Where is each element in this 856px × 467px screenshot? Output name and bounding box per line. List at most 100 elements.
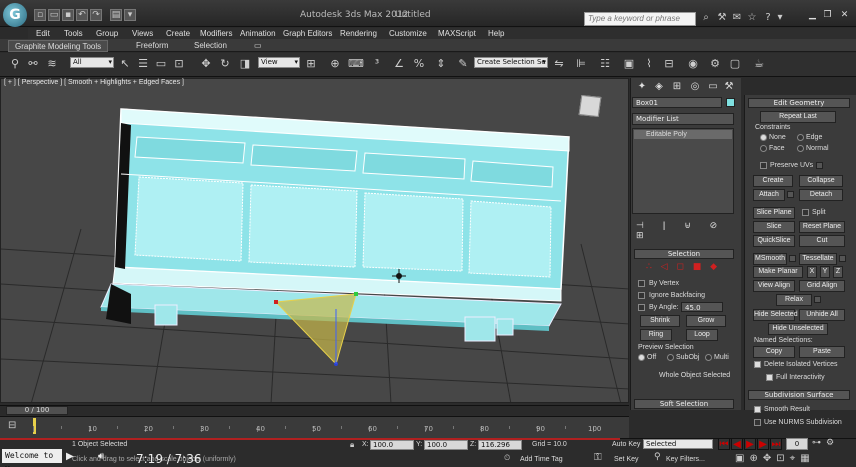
object-color-swatch[interactable] — [726, 98, 735, 107]
full-interactivity-checkbox[interactable] — [766, 374, 773, 381]
goto-start-icon[interactable]: ⏮ — [718, 438, 730, 450]
menu-help[interactable]: Help — [488, 28, 504, 39]
menu-modifiers[interactable]: Modifiers — [200, 28, 232, 39]
save-file-icon[interactable]: ▪ — [62, 9, 74, 21]
modifier-list-dropdown[interactable]: Modifier List — [632, 113, 734, 125]
auto-key-dropdown[interactable]: Selected — [643, 439, 713, 449]
create-button[interactable]: Create — [753, 175, 793, 187]
loop-button[interactable]: Loop — [686, 329, 718, 341]
search-input[interactable]: Type a keyword or phrase — [584, 12, 696, 26]
angle-snap-icon[interactable]: ∠ — [392, 57, 406, 71]
select-manipulate-icon[interactable]: ⊕ — [328, 57, 342, 71]
mirror-icon[interactable]: ⇋ — [552, 57, 566, 71]
help-icon[interactable]: ? — [762, 12, 774, 24]
subscription-icon[interactable]: ⚒ — [716, 12, 728, 24]
set-key-label[interactable]: Set Key — [614, 455, 639, 464]
relax-button[interactable]: Relax — [776, 294, 812, 306]
render-production-icon[interactable]: ☕ — [752, 57, 766, 71]
favorites-icon[interactable]: ☆ — [746, 12, 758, 24]
move-icon[interactable]: ✥ — [199, 57, 213, 71]
material-editor-icon[interactable]: ◉ — [686, 57, 700, 71]
quickslice-button[interactable]: QuickSlice — [753, 235, 795, 247]
select-by-name-icon[interactable]: ☰ — [136, 57, 150, 71]
key-filters-icon[interactable]: ⚲ — [654, 452, 664, 464]
select-object-icon[interactable]: ↖ — [118, 57, 132, 71]
motion-tab-icon[interactable]: ◎ — [688, 80, 702, 94]
by-angle-field[interactable]: 45.0 — [681, 302, 723, 312]
slice-button[interactable]: Slice — [753, 221, 795, 233]
reset-plane-button[interactable]: Reset Plane — [799, 221, 845, 233]
object-name-field[interactable]: Box01 — [632, 97, 722, 108]
volume-icon[interactable]: 🔊︎ — [98, 451, 114, 463]
quick-access-dropdown-icon[interactable]: ▾ — [124, 9, 136, 21]
viewport-label[interactable]: [ + ] [ Perspective ] [ Smooth + Highlig… — [4, 79, 184, 86]
split-checkbox[interactable] — [802, 209, 809, 216]
selection-rollout-header[interactable]: Selection — [634, 249, 734, 259]
selection-filter-dropdown[interactable]: All — [70, 57, 114, 68]
by-angle-checkbox[interactable] — [638, 304, 645, 311]
pivot-center-icon[interactable]: ⊞ — [304, 57, 318, 71]
grid-align-button[interactable]: Grid Align — [799, 280, 845, 292]
preview-multi-radio[interactable] — [705, 354, 712, 361]
hierarchy-tab-icon[interactable]: ⊞ — [670, 80, 684, 94]
rotate-icon[interactable]: ↻ — [218, 57, 232, 71]
cut-button[interactable]: Cut — [799, 235, 845, 247]
delete-isolated-checkbox[interactable] — [754, 361, 761, 368]
preview-subobj-radio[interactable] — [667, 354, 674, 361]
copy-button[interactable]: Copy — [753, 346, 795, 358]
edit-named-selection-icon[interactable]: ✎ — [456, 57, 470, 71]
undo-icon[interactable]: ↶ — [76, 9, 88, 21]
scale-icon[interactable]: ◨ — [238, 57, 252, 71]
detach-button[interactable]: Detach — [799, 189, 843, 201]
viewport-navigation-icons[interactable]: ▣⊕✥⊡⌖▦ — [735, 453, 845, 465]
auto-key-label[interactable]: Auto Key — [612, 440, 640, 449]
menu-views[interactable]: Views — [132, 28, 153, 39]
y-coordinate-field[interactable]: 100.0 — [424, 440, 468, 450]
new-file-icon[interactable]: ▫ — [34, 9, 46, 21]
ignore-backfacing-checkbox[interactable] — [638, 292, 645, 299]
create-tab-icon[interactable]: ✦ — [635, 80, 649, 94]
modify-tab-icon[interactable]: ◈ — [652, 80, 666, 94]
close-icon[interactable]: ✕ — [838, 10, 851, 20]
play-icon[interactable]: ▶ — [744, 438, 756, 450]
menu-tools[interactable]: Tools — [64, 28, 83, 39]
curve-editor-icon[interactable]: ⌇ — [642, 57, 656, 71]
hide-unselected-button[interactable]: Hide Unselected — [768, 323, 828, 335]
bind-space-warp-icon[interactable]: ≋ — [45, 57, 59, 71]
relax-settings-icon[interactable] — [814, 296, 821, 303]
preview-off-radio[interactable] — [638, 354, 645, 361]
hide-selected-button[interactable]: Hide Selected — [753, 309, 798, 321]
help-dropdown-icon[interactable]: ▾ — [774, 12, 786, 24]
planar-x-button[interactable]: X — [807, 266, 817, 278]
time-slider-track[interactable] — [0, 405, 629, 415]
use-nurms-checkbox[interactable] — [754, 419, 761, 426]
redo-icon[interactable]: ↷ — [90, 9, 102, 21]
key-mode-icon[interactable]: ⊶ — [812, 438, 824, 450]
attach-settings-icon[interactable] — [787, 191, 794, 198]
graphite-toggle-icon[interactable]: ▣ — [622, 57, 636, 71]
subdivision-surface-header[interactable]: Subdivision Surface — [748, 390, 850, 400]
time-config-icon[interactable]: ⚙ — [826, 438, 838, 450]
paste-button[interactable]: Paste — [799, 346, 845, 358]
utilities-tab-icon[interactable]: ⚒ — [722, 80, 736, 94]
window-crossing-icon[interactable]: ⊡ — [172, 57, 186, 71]
tab-freeform[interactable]: Freeform — [130, 40, 174, 52]
set-key-icon[interactable]: ⚿ — [594, 452, 608, 464]
unlink-icon[interactable]: ⚯ — [26, 57, 40, 71]
video-play-icon[interactable]: ▶ — [66, 451, 78, 463]
menu-animation[interactable]: Animation — [240, 28, 276, 39]
preserve-uvs-settings-icon[interactable] — [816, 162, 823, 169]
menu-rendering[interactable]: Rendering — [340, 28, 377, 39]
preserve-uvs-checkbox[interactable] — [760, 162, 767, 169]
viewcube[interactable] — [578, 94, 602, 118]
tessellate-button[interactable]: Tessellate — [799, 253, 837, 265]
minimize-icon[interactable]: ▁ — [806, 10, 819, 20]
align-icon[interactable]: ⊫ — [574, 57, 588, 71]
communication-icon[interactable]: ✉ — [731, 12, 743, 24]
layer-manager-icon[interactable]: ☷ — [598, 57, 612, 71]
goto-end-icon[interactable]: ⏭ — [770, 438, 782, 450]
lock-selection-icon[interactable]: 🔒︎ — [350, 440, 360, 450]
time-slider-knob[interactable]: 0 / 100 — [6, 406, 68, 415]
app-logo-button[interactable]: G — [3, 3, 27, 27]
constraint-face-radio[interactable] — [760, 145, 767, 152]
